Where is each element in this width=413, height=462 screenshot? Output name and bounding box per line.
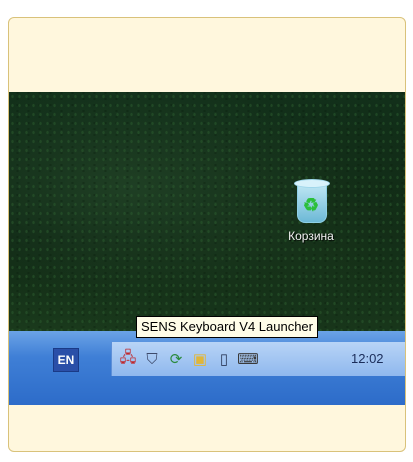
- recycle-bin-shortcut[interactable]: ♻ Корзина: [271, 175, 351, 243]
- clock[interactable]: 12:02: [351, 351, 384, 366]
- mobile-device-icon[interactable]: ▯: [214, 348, 234, 370]
- network-disconnected-icon[interactable]: 🖧: [118, 348, 138, 370]
- language-indicator[interactable]: EN: [53, 348, 79, 372]
- screenshot-card: ♻ Корзина EN 🖧 ⛉ ⟳ ▣ ▯ ⌨ 12:02 SENS Keyb…: [8, 17, 406, 452]
- recycle-bin-icon: ♻: [291, 175, 331, 223]
- bin-rim: [294, 179, 330, 188]
- keyboard-launcher-icon[interactable]: ⌨: [237, 348, 259, 370]
- update-icon[interactable]: ⟳: [166, 348, 186, 370]
- recycle-arrow-icon: ♻: [302, 195, 320, 215]
- screenshot: ♻ Корзина EN 🖧 ⛉ ⟳ ▣ ▯ ⌨ 12:02 SENS Keyb…: [9, 92, 405, 405]
- taskbar: EN 🖧 ⛉ ⟳ ▣ ▯ ⌨ 12:02: [9, 331, 405, 405]
- security-shield-icon[interactable]: ⛉: [142, 348, 162, 370]
- tray-tooltip: SENS Keyboard V4 Launcher: [136, 316, 318, 338]
- display-icon[interactable]: ▣: [190, 348, 210, 370]
- page: ♻ Корзина EN 🖧 ⛉ ⟳ ▣ ▯ ⌨ 12:02 SENS Keyb…: [0, 0, 413, 462]
- recycle-bin-label: Корзина: [288, 229, 334, 243]
- desktop-background: ♻ Корзина: [9, 92, 405, 331]
